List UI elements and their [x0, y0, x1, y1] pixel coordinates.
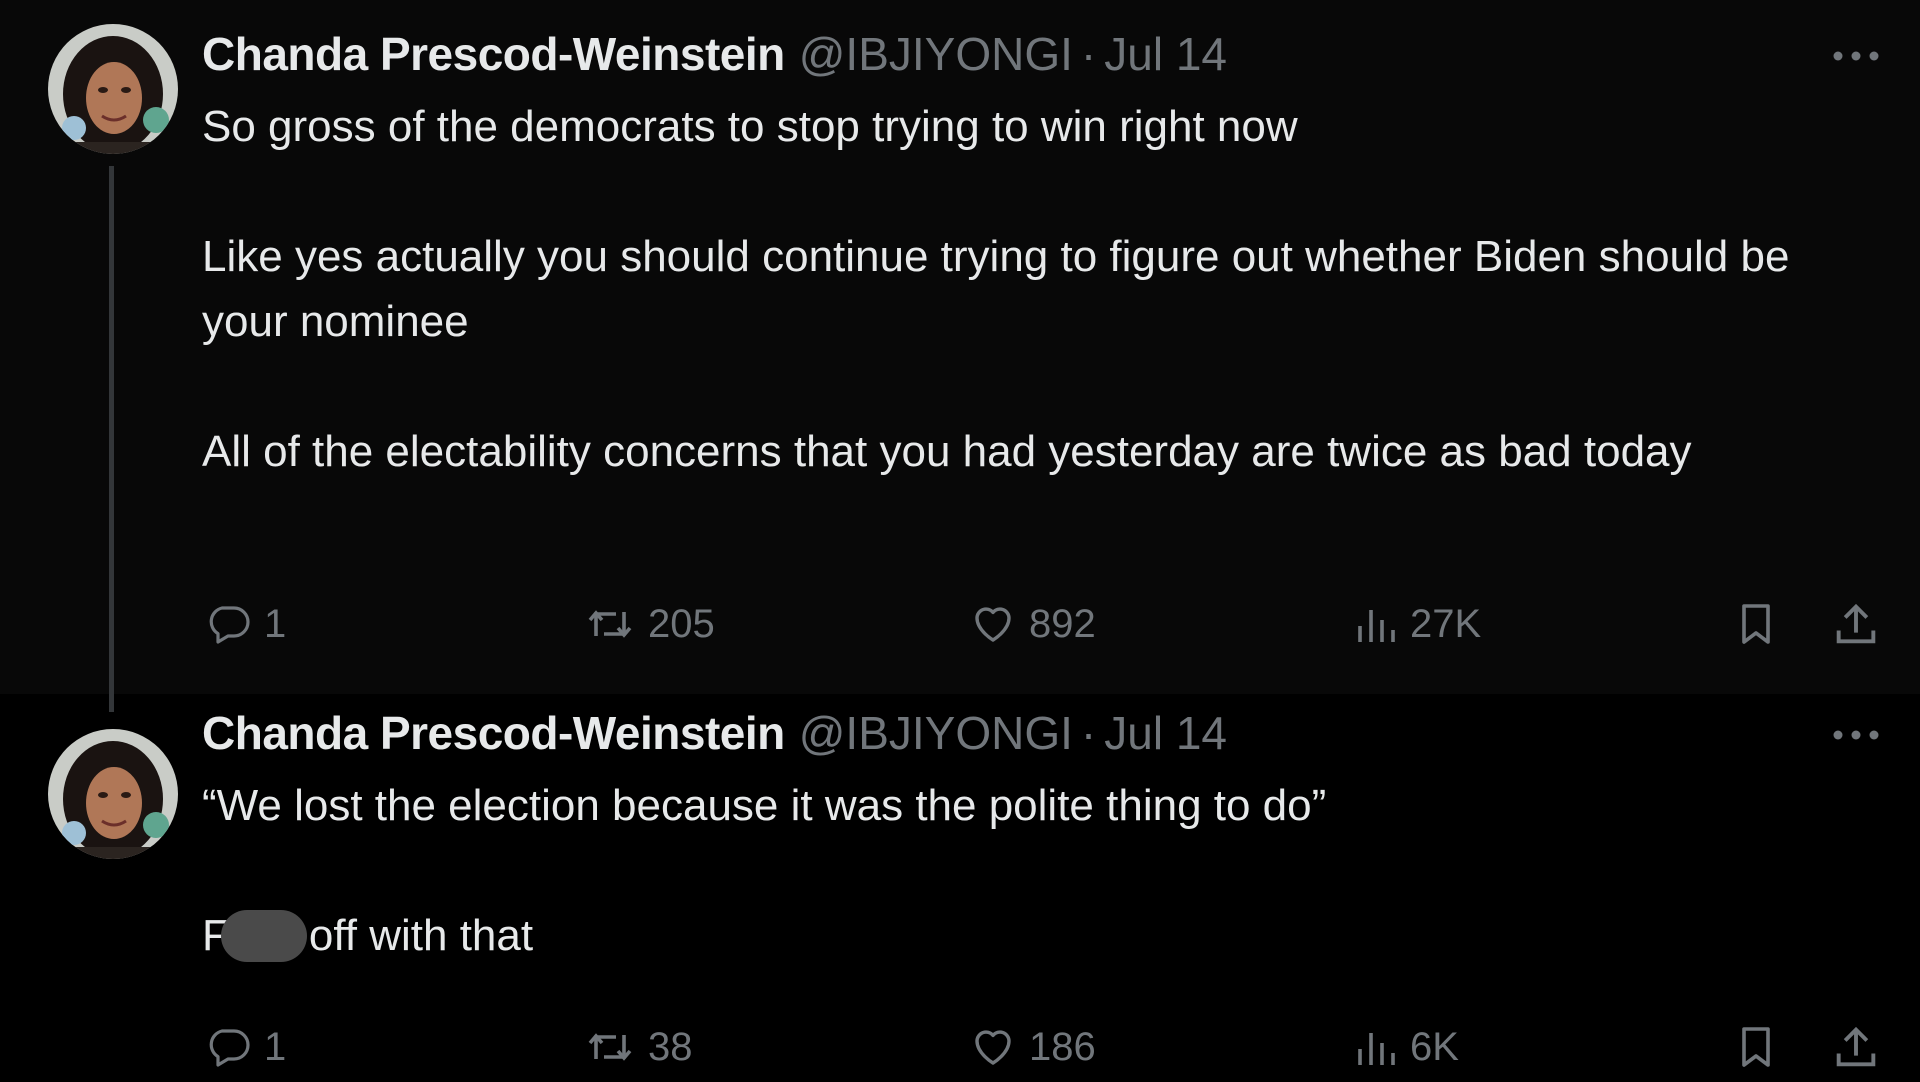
views-button[interactable]: 27K	[1352, 589, 1481, 659]
views-count: 6K	[1410, 1024, 1459, 1069]
reply-bubble-icon	[209, 1029, 250, 1067]
views-count: 27K	[1410, 601, 1482, 646]
views-button[interactable]: 6K	[1352, 1012, 1459, 1082]
like-button[interactable]: 892	[967, 589, 1096, 659]
repost-arrows-icon	[588, 610, 632, 638]
tweet-header: Chanda Prescod-Weinstein @IBJIYONGI · Ju…	[202, 24, 1227, 84]
avatar[interactable]	[48, 729, 178, 859]
tweet-text: So gross of the democrats to stop trying…	[202, 94, 1842, 484]
bookmark-icon	[1742, 604, 1770, 644]
author-display-name[interactable]: Chanda Prescod-Weinstein	[202, 27, 785, 81]
reply-count: 1	[264, 1024, 287, 1069]
share-upload-icon	[1836, 603, 1876, 644]
header-separator: ·	[1080, 707, 1097, 759]
tweet[interactable]: Chanda Prescod-Weinstein @IBJIYONGI · Ju…	[0, 0, 1920, 694]
tweet-text: “We lost the election because it was the…	[202, 773, 1842, 968]
tweet-header: Chanda Prescod-Weinstein @IBJIYONGI · Ju…	[202, 703, 1227, 763]
share-upload-icon	[1836, 1026, 1876, 1067]
more-options-button[interactable]	[1828, 36, 1884, 76]
heart-icon	[975, 1030, 1011, 1065]
tweet-paragraph: So gross of the democrats to stop trying…	[202, 102, 1298, 151]
tweet-paragraph: All of the electability concerns that yo…	[202, 427, 1692, 476]
like-count: 186	[1029, 1024, 1096, 1069]
bookmark-button[interactable]	[1732, 589, 1780, 659]
author-handle[interactable]: @IBJIYONGI	[799, 27, 1073, 81]
tweet-date[interactable]: Jul 14	[1104, 27, 1227, 81]
like-count: 892	[1029, 601, 1096, 646]
reply-button[interactable]: 1	[202, 589, 286, 659]
views-bar-chart-icon	[1358, 1033, 1395, 1065]
share-button[interactable]	[1830, 589, 1882, 659]
censored-line-suffix: off with that	[308, 911, 534, 960]
thread-connector-line	[109, 166, 114, 712]
share-button[interactable]	[1830, 1012, 1882, 1082]
header-separator: ·	[1080, 28, 1097, 80]
tweet-paragraph: “We lost the election because it was the…	[202, 781, 1327, 830]
repost-arrows-icon	[588, 1033, 632, 1061]
more-options-button[interactable]	[1828, 715, 1884, 755]
repost-button[interactable]: 38	[582, 1012, 693, 1082]
tweet-paragraph: Like yes actually you should continue tr…	[202, 232, 1790, 346]
reply-count: 1	[264, 601, 287, 646]
reply-button[interactable]: 1	[202, 1012, 286, 1082]
repost-count: 205	[648, 601, 715, 646]
reply-bubble-icon	[209, 606, 250, 644]
censor-blur	[220, 910, 307, 962]
avatar[interactable]	[48, 24, 178, 154]
more-horizontal-icon	[1833, 51, 1879, 61]
like-button[interactable]: 186	[967, 1012, 1096, 1082]
tweet[interactable]: Chanda Prescod-Weinstein @IBJIYONGI · Ju…	[0, 694, 1920, 1080]
tweet-actions: 1 205 892 27K	[202, 589, 1892, 659]
repost-button[interactable]: 205	[582, 589, 715, 659]
repost-count: 38	[648, 1024, 693, 1069]
tweet-date[interactable]: Jul 14	[1104, 706, 1227, 760]
tweet-paragraph-censored: Foff with that	[202, 903, 1842, 968]
more-horizontal-icon	[1833, 730, 1879, 740]
author-display-name[interactable]: Chanda Prescod-Weinstein	[202, 706, 785, 760]
heart-icon	[975, 607, 1011, 642]
bookmark-icon	[1742, 1027, 1770, 1067]
bookmark-button[interactable]	[1732, 1012, 1780, 1082]
author-handle[interactable]: @IBJIYONGI	[799, 706, 1073, 760]
tweet-actions: 1 38 186 6K	[202, 1012, 1892, 1082]
views-bar-chart-icon	[1358, 610, 1395, 642]
